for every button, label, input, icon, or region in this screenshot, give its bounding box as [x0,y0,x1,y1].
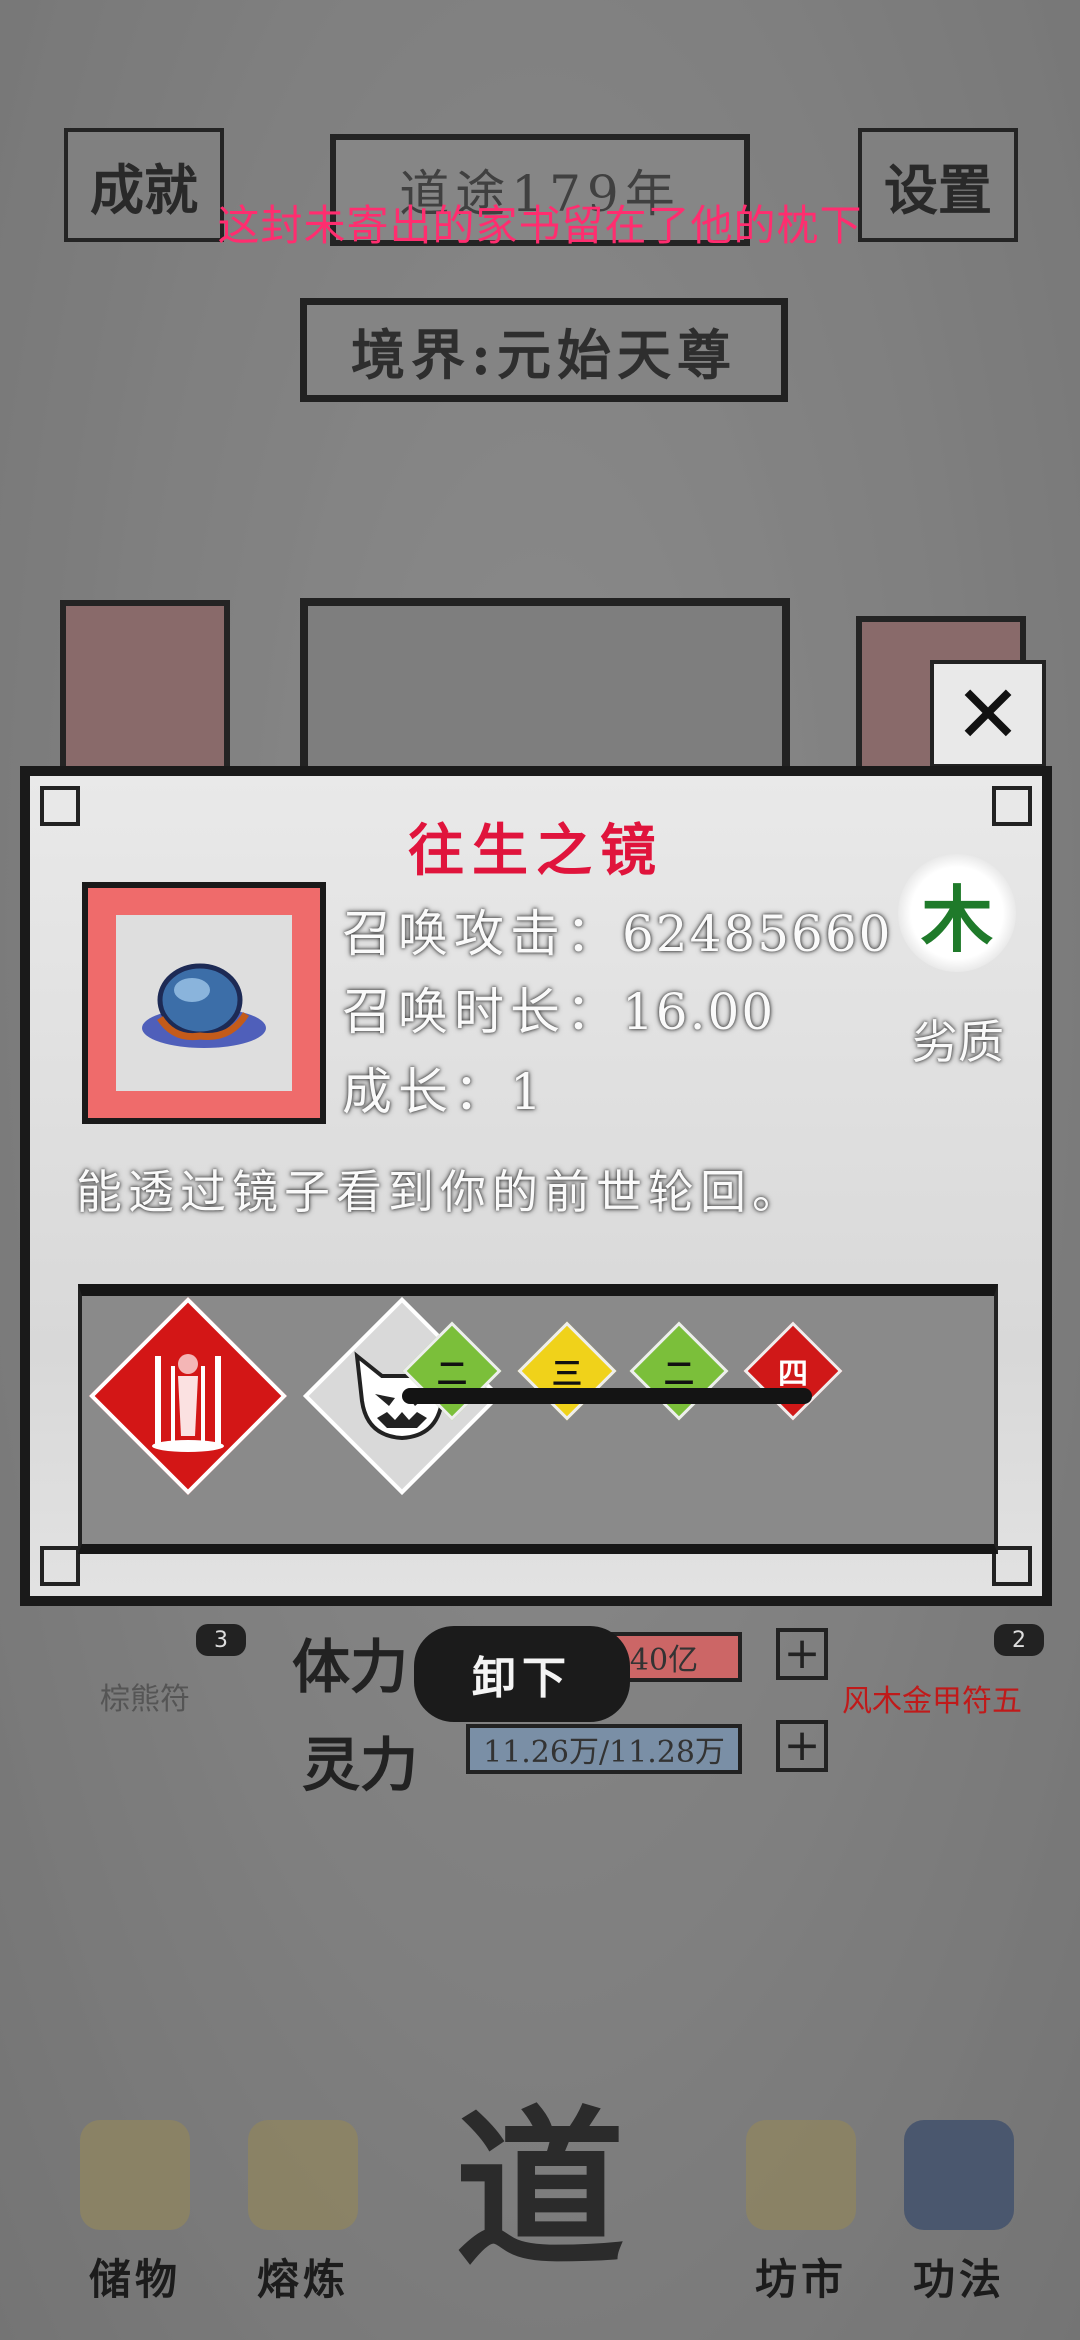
coins-icon [746,2120,856,2230]
nav-dao-center[interactable]: 道 [430,2060,650,2290]
left-card-count-badge: 3 [196,1624,246,1656]
corner-ornament [992,1546,1032,1586]
mirror-icon [142,963,266,1048]
subtitle-overlay: 这封未寄出的家书留在了他的枕下 [217,201,863,250]
item-description: 能透过镜子看到你的前世轮回。 [76,1165,804,1219]
growth-stat: 成长：1 [342,1052,544,1124]
body-stat-value: 40亿 [629,1643,699,1678]
nav-skills[interactable]: 功法 [894,2120,1024,2307]
bag-icon [80,2120,190,2230]
separator: ： [566,983,622,1041]
spirit-stat-bar: 11.26万/11.28万 [466,1724,742,1774]
attack-stat: 召唤攻击：62485660 [342,894,893,966]
corner-ornament [40,1546,80,1586]
close-button[interactable]: ✕ [930,660,1046,768]
skill-chip-3[interactable]: 二 [629,1321,729,1421]
spirit-stat-label: 灵力 [302,1731,419,1799]
nav-refine[interactable]: 熔炼 [238,2120,368,2307]
item-name: 往生之镜 [408,818,664,884]
left-card-name: 棕熊符 [100,1682,190,1717]
skill-progress-bar [402,1388,812,1404]
right-card-name: 风木金甲符五 [842,1684,1022,1719]
item-detail-popup: 往生之镜 召唤攻击：62485660 召唤时长：16.00 成长：1 木 劣质 … [20,766,1052,1606]
ghost-summon-icon [122,1330,254,1462]
element-badge: 木 [898,854,1016,972]
skill-ghost-summon[interactable] [89,1297,287,1495]
attack-value: 62485660 [622,905,893,963]
duration-stat: 召唤时长：16.00 [342,972,775,1044]
body-add-button[interactable]: + [776,1628,828,1680]
book-icon [904,2120,1014,2230]
skill-chip-4[interactable]: 四 [743,1321,843,1421]
spirit-add-button[interactable]: + [776,1720,828,1772]
nav-storage[interactable]: 储物 [70,2120,200,2307]
growth-value: 1 [510,1063,544,1121]
skill-panel: 二 三 二 四 [78,1284,998,1554]
duration-value: 16.00 [622,983,776,1041]
element-label: 木 [920,876,993,962]
unload-button[interactable]: 卸下 [414,1626,630,1722]
cauldron-icon [248,2120,358,2230]
duration-label: 召唤时长 [342,983,566,1041]
item-icon-frame [82,882,326,1124]
separator: ： [566,905,622,963]
attack-label: 召唤攻击 [342,905,566,963]
right-card-count-badge: 2 [994,1624,1044,1656]
quality-label: 劣质 [912,1015,1004,1069]
nav-storage-label: 储物 [88,2255,181,2304]
growth-label: 成长 [342,1063,454,1121]
spirit-stat-value: 11.26万/11.28万 [483,1735,725,1770]
nav-market[interactable]: 坊市 [736,2120,866,2307]
close-icon: ✕ [954,667,1022,761]
nav-skills-label: 功法 [912,2255,1005,2304]
body-stat-label: 体力 [292,1633,409,1701]
separator: ： [454,1063,510,1121]
nav-refine-label: 熔炼 [256,2255,349,2304]
nav-market-label: 坊市 [754,2255,847,2304]
skill-chip-2[interactable]: 三 [517,1321,617,1421]
